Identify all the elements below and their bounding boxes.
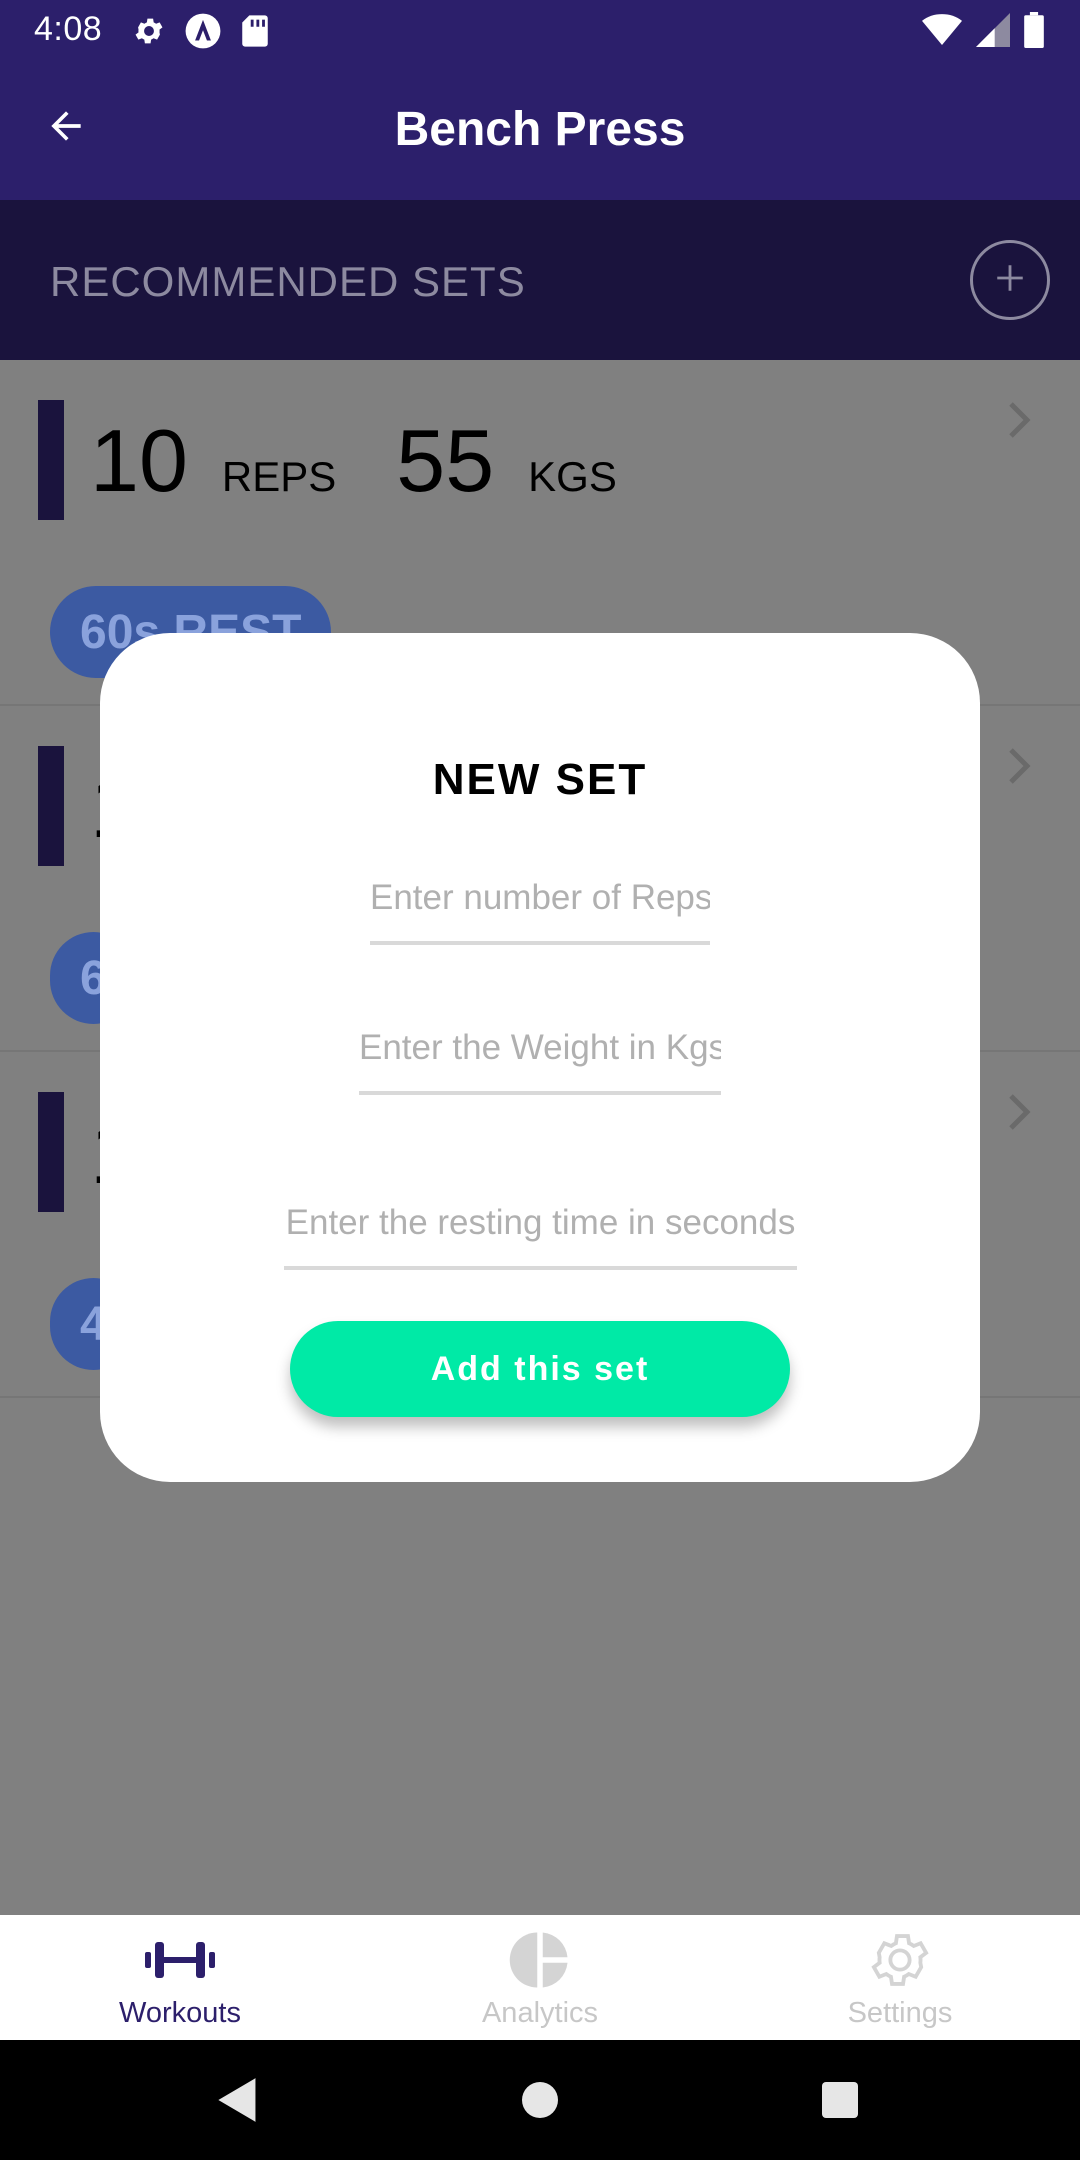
status-icons-right bbox=[922, 12, 1044, 53]
reps-unit: REPS bbox=[221, 453, 337, 500]
nav-item-workouts[interactable]: Workouts bbox=[0, 1915, 360, 2040]
status-icons-left bbox=[132, 12, 270, 55]
system-back-button[interactable] bbox=[198, 2062, 278, 2142]
chevron-right-icon bbox=[1004, 400, 1034, 445]
sd-card-icon bbox=[240, 14, 270, 53]
rest-time-input[interactable] bbox=[284, 1198, 797, 1270]
reps-input[interactable] bbox=[370, 873, 710, 945]
dumbbell-icon bbox=[145, 1925, 215, 1995]
system-nav-bar bbox=[0, 2040, 1080, 2160]
square-recents-icon bbox=[820, 2080, 860, 2125]
cell-signal-icon bbox=[976, 13, 1010, 52]
chevron-right-icon bbox=[1004, 1092, 1034, 1137]
chevron-right-icon bbox=[1004, 746, 1034, 791]
bottom-nav: Workouts Analytics Settings bbox=[0, 1915, 1080, 2040]
settings-icon bbox=[132, 14, 166, 53]
new-set-dialog: NEW SET Add this set bbox=[100, 633, 980, 1482]
nav-item-settings[interactable]: Settings bbox=[720, 1915, 1080, 2040]
wifi-icon bbox=[922, 13, 962, 52]
reps-value: 10 bbox=[90, 411, 188, 510]
nav-item-analytics[interactable]: Analytics bbox=[360, 1915, 720, 2040]
triangle-back-icon bbox=[216, 2076, 260, 2129]
page-title: Bench Press bbox=[394, 103, 686, 156]
nav-label: Settings bbox=[847, 1997, 953, 2029]
add-set-submit-button[interactable]: Add this set bbox=[290, 1321, 790, 1417]
set-values: 10 REPS 55 KGS bbox=[90, 410, 677, 512]
set-indicator-bar bbox=[38, 746, 64, 866]
add-set-button[interactable] bbox=[970, 240, 1050, 320]
battery-icon bbox=[1024, 12, 1044, 53]
weight-unit: KGS bbox=[528, 453, 617, 500]
weight-value: 55 bbox=[396, 411, 495, 510]
circle-home-icon bbox=[520, 2080, 560, 2125]
gear-icon bbox=[867, 1925, 933, 1995]
set-indicator-bar bbox=[38, 400, 64, 520]
status-bar: 4:08 bbox=[0, 0, 1080, 62]
nav-label: Analytics bbox=[481, 1997, 599, 2029]
dialog-title: NEW SET bbox=[432, 755, 648, 804]
weight-input[interactable] bbox=[359, 1023, 721, 1095]
system-home-button[interactable] bbox=[500, 2062, 580, 2142]
set-indicator-bar bbox=[38, 1092, 64, 1212]
section-header: RECOMMENDED SETS bbox=[0, 200, 1080, 360]
navigation-a-icon bbox=[184, 12, 222, 55]
plus-icon bbox=[993, 261, 1027, 300]
status-time: 4:08 bbox=[34, 10, 103, 48]
system-recents-button[interactable] bbox=[800, 2062, 880, 2142]
app-bar: Bench Press bbox=[0, 62, 1080, 200]
section-title: RECOMMENDED SETS bbox=[50, 258, 526, 305]
pie-chart-icon bbox=[507, 1925, 573, 1995]
nav-label: Workouts bbox=[119, 1997, 241, 2029]
